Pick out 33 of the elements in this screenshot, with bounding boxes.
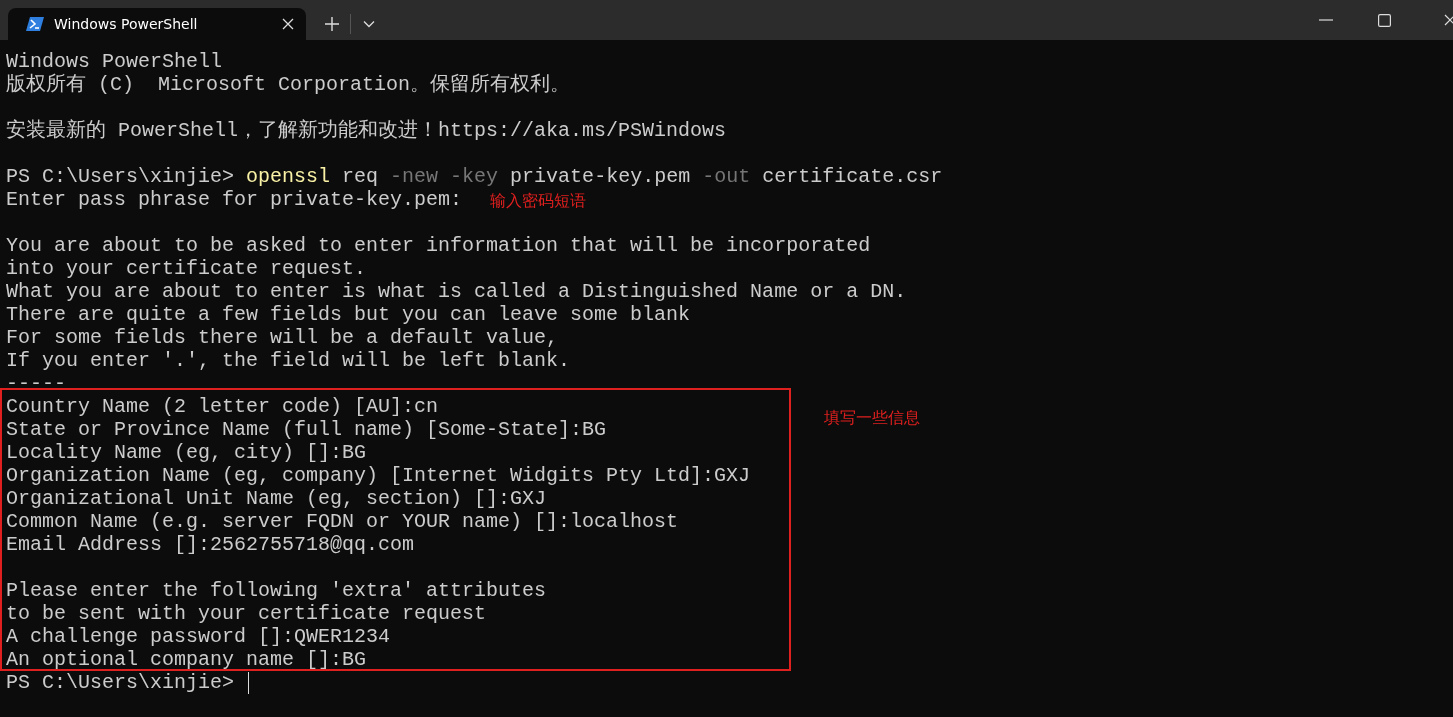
terminal-line: Country Name (2 letter code) [AU]:cn xyxy=(6,395,439,418)
annotation-note: 输入密码短语 xyxy=(490,191,586,211)
tab[interactable]: Windows PowerShell xyxy=(8,8,306,40)
terminal-line: Organization Name (eg, company) [Internet Widgits Pty Ltd]:GXJ xyxy=(6,464,751,487)
annotation-note: 填写一些信息 xyxy=(824,408,920,428)
terminal-line: Windows PowerShell xyxy=(6,50,223,73)
terminal-line: PS C:\Users\xinjie> xyxy=(6,671,250,694)
terminal-line: State or Province Name (full name) [Some-State]:BG xyxy=(6,418,607,441)
terminal-line: Organizational Unit Name (eg, section) []:GXJ xyxy=(6,487,547,510)
terminal-line: If you enter '.', the field will be left blank. xyxy=(6,349,571,372)
terminal-line: There are quite a few fields but you can leave some blank xyxy=(6,303,691,326)
terminal-line: Common Name (e.g. server FQDN or YOUR name) []:localhost xyxy=(6,510,679,533)
terminal-line: For some fields there will be a default value, xyxy=(6,326,559,349)
terminal-line: PS C:\Users\xinjie> openssl req -new -key private-key.pem -out certificate.csr xyxy=(6,165,943,188)
terminal-line: Email Address []:2562755718@qq.com xyxy=(6,533,415,556)
terminal-line: You are about to be asked to enter information that will be incorporated xyxy=(6,234,871,257)
close-icon[interactable] xyxy=(282,18,294,30)
terminal-line: Enter pass phrase for private-key.pem: xyxy=(6,188,463,211)
close-icon[interactable] xyxy=(1443,13,1453,27)
terminal-line: What you are about to enter is what is called a Distinguished Name or a DN. xyxy=(6,280,907,303)
terminal-line: into your certificate request. xyxy=(6,257,367,280)
powershell-icon xyxy=(26,16,44,32)
terminal-line: 版权所有 (C) Microsoft Corporation。保留所有权利。 xyxy=(6,73,571,96)
terminal-line: to be sent with your certificate request xyxy=(6,602,487,625)
plus-icon[interactable] xyxy=(325,17,339,31)
terminal-line: A challenge password []:QWER1234 xyxy=(6,625,391,648)
chevron-down-icon[interactable] xyxy=(363,20,375,28)
terminal-line: Locality Name (eg, city) []:BG xyxy=(6,441,367,464)
terminal-line: ----- xyxy=(6,372,66,395)
maximize-icon[interactable] xyxy=(1377,13,1391,27)
terminal-line: Please enter the following 'extra' attributes xyxy=(6,579,547,602)
terminal-line: 安装最新的 PowerShell，了解新功能和改进！https://aka.ms/PSWindows xyxy=(6,119,727,142)
terminal-line: An optional company name []:BG xyxy=(6,648,367,671)
